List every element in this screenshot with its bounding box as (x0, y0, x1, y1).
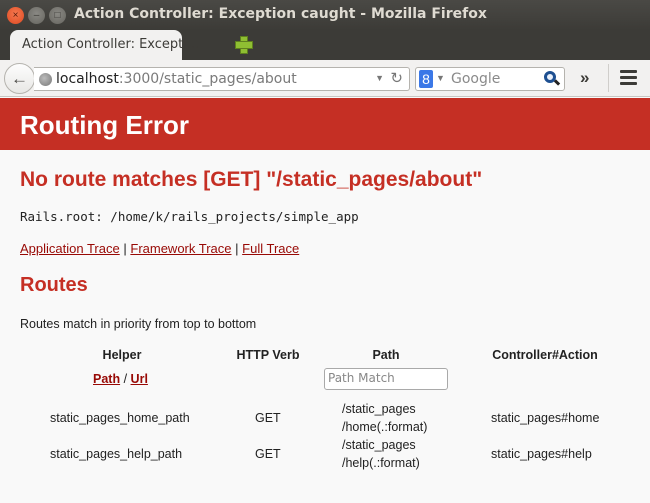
tab-strip: Action Controller: Excepti... (0, 30, 650, 60)
route-helper: static_pages_help_path (50, 447, 183, 461)
history-dropdown-icon[interactable]: ▼ (375, 73, 384, 83)
route-path-line2: /help(.:format) (342, 456, 420, 470)
trace-separator: | (235, 241, 239, 256)
reload-icon[interactable]: ↻ (390, 69, 403, 87)
minimize-icon: – (33, 10, 40, 21)
maximize-icon: □ (54, 10, 61, 21)
back-button[interactable]: ← (4, 63, 35, 94)
route-path-line1: /static_pages (342, 438, 416, 452)
navigation-toolbar: ← localhost:3000/static_pages/about ▼ ↻ … (0, 60, 650, 97)
search-input[interactable]: Google (451, 71, 500, 87)
rails-root: Rails.root: /home/k/rails_projects/simpl… (20, 209, 359, 224)
header-controller-action: Controller#Action (492, 348, 598, 362)
framework-trace-link[interactable]: Framework Trace (130, 241, 231, 256)
hamburger-menu-icon[interactable] (620, 70, 637, 85)
route-path-line1: /static_pages (342, 402, 416, 416)
new-tab-plus-icon[interactable] (234, 35, 253, 54)
route-verb: GET (255, 447, 281, 461)
path-match-input[interactable]: Path Match (324, 368, 448, 390)
window-maximize-button[interactable]: □ (49, 7, 66, 24)
error-banner: Routing Error (0, 98, 650, 150)
back-arrow-icon: ← (11, 69, 28, 88)
trace-links: Application Trace | Framework Trace | Fu… (20, 241, 299, 256)
window-minimize-button[interactable]: – (28, 7, 45, 24)
window-title-bar: × – □ Action Controller: Exception caugh… (0, 0, 650, 30)
window-title: Action Controller: Exception caught - Mo… (74, 6, 487, 22)
route-path-line2: /home(.:format) (342, 420, 428, 434)
globe-icon (39, 73, 52, 86)
url-host: localhost (56, 71, 119, 87)
close-icon: × (12, 10, 19, 21)
error-message: No route matches [GET] "/static_pages/ab… (20, 168, 483, 191)
route-action: static_pages#help (491, 447, 592, 461)
search-bar[interactable]: 8 ▼ Google (415, 67, 565, 91)
tab-label: Action Controller: Excepti... (22, 37, 200, 52)
routes-heading: Routes (20, 274, 88, 296)
helper-url-link[interactable]: Url (131, 372, 148, 386)
search-icon[interactable] (544, 71, 561, 87)
toolbar-separator (608, 64, 609, 92)
url-text[interactable]: localhost:3000/static_pages/about (56, 71, 297, 87)
routes-description: Routes match in priority from top to bot… (20, 317, 257, 331)
helper-path-link[interactable]: Path (93, 372, 120, 386)
page-title: Routing Error (20, 110, 189, 140)
page-content: Routing Error No route matches [GET] "/s… (0, 98, 650, 503)
full-trace-link[interactable]: Full Trace (242, 241, 299, 256)
helper-toggle-separator: / (123, 372, 128, 386)
overflow-chevrons-icon[interactable]: » (580, 68, 589, 88)
google-icon[interactable]: 8 (419, 70, 433, 88)
url-path: :3000/static_pages/about (118, 71, 297, 87)
header-path: Path (372, 348, 400, 362)
trace-separator: | (123, 241, 127, 256)
search-engine-dropdown-icon[interactable]: ▼ (436, 73, 445, 83)
header-http-verb: HTTP Verb (236, 348, 300, 362)
tab-active[interactable]: Action Controller: Excepti... (10, 30, 199, 60)
route-verb: GET (255, 411, 281, 425)
header-helper: Helper (102, 348, 142, 362)
window-close-button[interactable]: × (7, 7, 24, 24)
url-bar[interactable]: localhost:3000/static_pages/about ▼ ↻ (34, 67, 410, 91)
helper-toggle: Path / Url (93, 372, 148, 386)
application-trace-link[interactable]: Application Trace (20, 241, 120, 256)
route-action: static_pages#home (491, 411, 600, 425)
route-helper: static_pages_home_path (50, 411, 190, 425)
